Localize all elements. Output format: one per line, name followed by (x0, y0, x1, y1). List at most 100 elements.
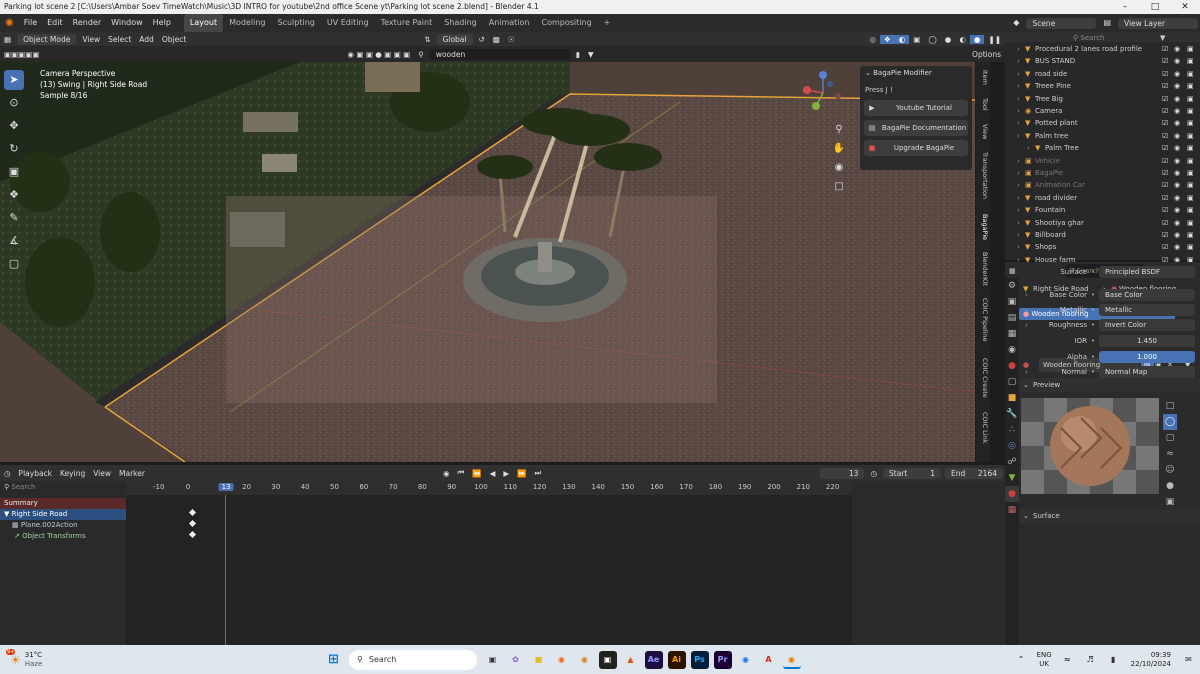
menu-object[interactable]: Object (158, 35, 190, 44)
eye-icon[interactable]: ◉ (1174, 105, 1180, 117)
checkbox-icon[interactable]: ☑ (1162, 43, 1168, 55)
dopesheet-keyframes[interactable] (126, 495, 852, 645)
render-camera-icon[interactable]: ▣ (1187, 93, 1194, 105)
upgrade-bagapie-button[interactable]: ■ Upgrade BagaPie (864, 140, 968, 156)
checkbox-icon[interactable]: ☑ (1162, 229, 1168, 241)
checkbox-icon[interactable]: ☑ (1162, 241, 1168, 253)
expand-arrow-icon[interactable]: › (1017, 105, 1020, 117)
checkbox-icon[interactable]: ☑ (1162, 80, 1168, 92)
tab-uv-editing[interactable]: UV Editing (321, 14, 375, 32)
eye-icon[interactable]: ◉ (1174, 43, 1180, 55)
add-cube-tool-icon[interactable]: ▢ (4, 254, 24, 274)
eye-icon[interactable]: ◉ (1174, 80, 1180, 92)
checkbox-icon[interactable]: ☑ (1162, 93, 1168, 105)
checkbox-icon[interactable]: ☑ (1162, 167, 1168, 179)
acrobat-icon[interactable]: A (760, 651, 778, 669)
add-workspace-icon[interactable]: + (598, 14, 617, 32)
expand-arrow-icon[interactable]: › (1017, 93, 1020, 105)
jump-start-icon[interactable]: ⏮ (454, 468, 469, 478)
checkbox-icon[interactable]: ☑ (1162, 179, 1168, 191)
object-mode-dropdown[interactable]: Object Mode (17, 33, 77, 45)
eye-icon[interactable]: ◉ (1174, 93, 1180, 105)
scene-selector[interactable]: Scene (1026, 17, 1097, 29)
expand-arrow-icon[interactable]: › (1017, 192, 1020, 204)
tab-coic-pipeline[interactable]: COIC Pipeline (977, 298, 989, 342)
output-props-icon[interactable]: ▤ (1005, 310, 1019, 326)
measure-tool-icon[interactable]: ∡ (4, 231, 24, 251)
bookmark-icon[interactable]: ▮ (572, 50, 584, 59)
surface-panel-header[interactable]: ⌄ Surface (1019, 509, 1200, 523)
particles-props-icon[interactable]: ∴ (1005, 422, 1019, 438)
battery-icon[interactable]: ▮ (1104, 651, 1122, 669)
current-frame-marker[interactable]: 13 (218, 483, 234, 491)
preview-world-icon[interactable]: ▣ (1163, 494, 1177, 510)
render-camera-icon[interactable]: ▣ (1187, 68, 1194, 80)
menu-marker[interactable]: Marker (115, 469, 149, 478)
expand-arrow-icon[interactable]: › (1017, 130, 1020, 142)
channel-action[interactable]: ▦ Plane.002Action (0, 520, 126, 531)
scene-props-icon[interactable]: ◉ (1005, 342, 1019, 358)
expand-arrow-icon[interactable]: › (1017, 217, 1020, 229)
outliner-item[interactable]: › ▼ BUS STAND ☑ ◉ ▣ (1005, 55, 1200, 67)
expand-arrow-icon[interactable]: › (1017, 155, 1020, 167)
expand-arrow-icon[interactable]: › (1017, 241, 1020, 253)
next-keyframe-icon[interactable]: ⏩ (513, 469, 530, 478)
render-camera-icon[interactable]: ▣ (1187, 55, 1194, 67)
render-camera-icon[interactable]: ▣ (1187, 167, 1194, 179)
world-props-icon[interactable]: ● (1005, 358, 1019, 374)
constraints-props-icon[interactable]: ☍ (1005, 454, 1019, 470)
outliner-item[interactable]: › ▼ Palm tree ☑ ◉ ▣ (1005, 130, 1200, 142)
outliner-item[interactable]: › ▼ road divider ☑ ◉ ▣ (1005, 192, 1200, 204)
expand-arrow-icon[interactable]: › (1017, 179, 1020, 191)
menu-help[interactable]: Help (148, 14, 176, 32)
eye-icon[interactable]: ◉ (1174, 55, 1180, 67)
socket-dot-icon[interactable]: • (1091, 365, 1095, 379)
pause-render-icon[interactable]: ❚❚ (984, 35, 1005, 44)
wireframe-shading-icon[interactable]: ◯ (924, 35, 940, 44)
camera-view-icon[interactable]: ◉ (831, 160, 847, 176)
menu-render[interactable]: Render (68, 14, 106, 32)
outliner-item[interactable]: › ◉ Camera ☑ ◉ ▣ (1005, 105, 1200, 117)
outliner-item[interactable]: › ▼ Potted plant ☑ ◉ ▣ (1005, 117, 1200, 129)
tab-coic-create[interactable]: COIC Create (977, 358, 989, 398)
premiere-icon[interactable]: Pr (713, 650, 732, 669)
photoshop-icon[interactable]: Ps (690, 650, 709, 669)
end-frame-field[interactable]: End 2164 (945, 467, 1003, 479)
expand-arrow-icon[interactable]: › (1017, 229, 1020, 241)
texture-props-icon[interactable]: ▦ (1005, 502, 1019, 518)
menu-add[interactable]: Add (135, 35, 158, 44)
menu-view-timeline[interactable]: View (89, 469, 115, 478)
menu-edit[interactable]: Edit (42, 14, 68, 32)
menu-select[interactable]: Select (104, 35, 135, 44)
render-camera-icon[interactable]: ▣ (1187, 130, 1194, 142)
task-view-icon[interactable]: ▣ (484, 651, 502, 669)
playhead-line[interactable] (225, 495, 226, 645)
play-icon[interactable]: ▶ (499, 469, 513, 478)
eye-icon[interactable]: ◉ (1174, 130, 1180, 142)
render-camera-icon[interactable]: ▣ (1187, 142, 1194, 154)
eye-icon[interactable]: ◉ (1174, 142, 1180, 154)
preview-flat-icon[interactable]: □ (1163, 398, 1177, 414)
tab-modeling[interactable]: Modeling (223, 14, 271, 32)
expand-arrow-icon[interactable]: › (1017, 43, 1020, 55)
checkbox-icon[interactable]: ☑ (1162, 217, 1168, 229)
preview-monkey-icon[interactable]: ☺ (1163, 462, 1177, 478)
preview-panel-header[interactable]: ⌄ Preview (1019, 378, 1200, 392)
render-camera-icon[interactable]: ▣ (1187, 204, 1194, 216)
select-box-icon[interactable]: ▣▣▣▣▣ (0, 50, 43, 59)
eye-icon[interactable]: ◉ (1174, 167, 1180, 179)
eye-icon[interactable]: ◉ (1174, 68, 1180, 80)
property-value[interactable]: Invert Color (1099, 319, 1195, 331)
properties-editor-icon[interactable]: ▦ (1009, 264, 1016, 278)
tray-overflow-icon[interactable]: ⌃ (1012, 651, 1030, 669)
blender-app-icon[interactable]: ◉ (576, 651, 594, 669)
xray-icon[interactable]: ▣ (909, 35, 924, 44)
menu-file[interactable]: File (19, 14, 42, 32)
tab-item[interactable]: Item (977, 70, 989, 85)
maximize-icon[interactable]: □ (1140, 0, 1170, 14)
prev-keyframe-icon[interactable]: ⏪ (468, 469, 485, 478)
socket-dot-icon[interactable]: • (1091, 303, 1095, 317)
tab-coic-link[interactable]: COIC Link (977, 412, 989, 444)
expand-arrow-icon[interactable]: › (1017, 204, 1020, 216)
frame-ruler[interactable]: -10 0 13 20 30 40 50 60 70 80 90 100 110 120 130 140 150… (126, 481, 852, 495)
